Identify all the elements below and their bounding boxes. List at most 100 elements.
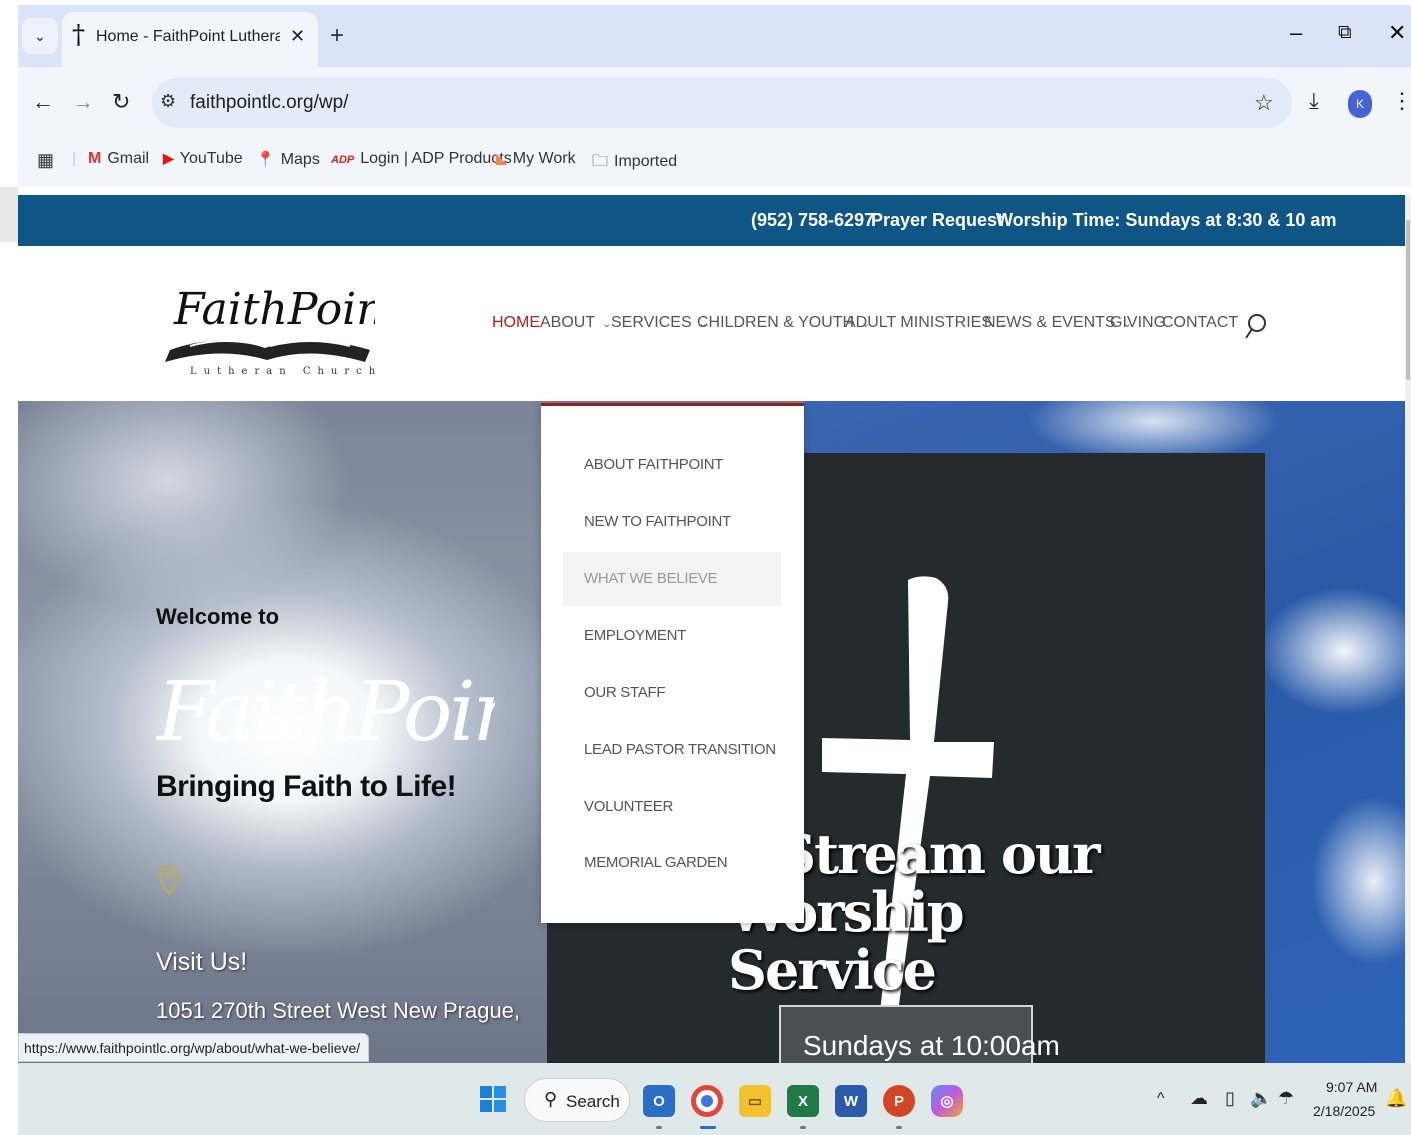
address-text: 1051 270th Street West New Prague, xyxy=(156,998,521,1023)
nav-giving[interactable]: GIVING xyxy=(1110,314,1166,332)
worship-time-text: Worship Time: Sundays at 8:30 & 10 am xyxy=(996,210,1337,230)
new-tab-button[interactable]: + xyxy=(330,22,344,50)
nav-label: NEWS & EVENTS xyxy=(984,314,1116,331)
nav-about[interactable]: ABOUT ⌄ xyxy=(540,314,611,332)
phone-link[interactable]: (952) 758-6297 xyxy=(751,210,874,231)
logo-subtitle: Lutheran Church xyxy=(190,366,375,377)
welcome-text: Welcome to xyxy=(156,604,280,629)
prayer-request-link[interactable]: Prayer Request xyxy=(871,210,1003,231)
taskbar-search-label: Search xyxy=(566,1092,620,1111)
menu-item-our-staff[interactable]: OUR STAFF xyxy=(584,684,665,701)
logo-name: FaithPoint xyxy=(173,284,375,335)
show-hidden-icons-chevron-icon[interactable]: ^ xyxy=(1157,1090,1165,1108)
restore-window-button[interactable]: ⧉ xyxy=(1338,22,1352,44)
onedrive-cloud-icon[interactable]: ☁ xyxy=(1190,1088,1208,1109)
visit-us-heading: Visit Us! xyxy=(156,948,248,976)
bookmark-imported[interactable]: 🗀 Imported xyxy=(592,150,677,177)
nav-label: ADULT MINISTRIES xyxy=(845,314,992,331)
windows-start-icon[interactable] xyxy=(479,1084,507,1114)
menu-item-volunteer[interactable]: VOLUNTEER xyxy=(584,798,673,815)
apps-grid-icon[interactable]: ▦ xyxy=(37,150,54,171)
taskbar-app-active-indicator xyxy=(700,1126,716,1129)
back-arrow-icon[interactable]: ← xyxy=(32,89,54,115)
bookmark-my-work[interactable]: ◣ My Work xyxy=(496,150,576,168)
nav-contact[interactable]: CONTACT xyxy=(1162,314,1238,332)
menu-item-new-to-faithpoint[interactable]: NEW TO FAITHPOINT xyxy=(584,513,731,530)
reload-icon[interactable]: ↻ xyxy=(112,89,130,115)
bookmark-gmail[interactable]: M Gmail xyxy=(88,150,149,168)
kebab-menu-icon[interactable]: ⋮ xyxy=(1391,88,1411,114)
forward-arrow-icon[interactable]: → xyxy=(72,89,94,115)
menu-item-employment[interactable]: EMPLOYMENT xyxy=(584,627,686,644)
window-edge xyxy=(0,187,18,242)
my-work-icon: ◣ xyxy=(496,150,507,166)
weather-icon[interactable]: ☂ xyxy=(1278,1088,1294,1109)
link-status-bubble: https://www.faithpointlc.org/wp/about/wh… xyxy=(18,1033,370,1062)
adp-icon: ADP xyxy=(331,154,355,166)
volume-icon[interactable]: 🔈 xyxy=(1250,1088,1272,1109)
tagline: Bringing Faith to Life! xyxy=(156,770,457,803)
tab-title[interactable]: Home - FaithPoint Lutheran Ch xyxy=(96,28,280,46)
faithpoint-logo[interactable]: FaithPoint Lutheran Church xyxy=(160,262,375,382)
location-pin-icon xyxy=(158,864,180,896)
chrome-icon[interactable] xyxy=(691,1085,723,1117)
bookmark-label: Maps xyxy=(280,151,320,168)
menu-item-lead-pastor-transition[interactable]: LEAD PASTOR TRANSITION xyxy=(584,741,776,758)
folder-icon: 🗀 xyxy=(592,153,609,170)
search-icon: ⚲ xyxy=(544,1089,558,1109)
bookmark-youtube[interactable]: ▶ YouTube xyxy=(163,150,243,168)
excel-icon[interactable]: X xyxy=(787,1085,819,1117)
minimize-window-button[interactable]: – xyxy=(1290,20,1302,46)
bookmark-adp[interactable]: ADP Login | ADP Products xyxy=(331,150,512,168)
clock-time[interactable]: 9:07 AM xyxy=(1326,1079,1377,1095)
taskbar-app-indicator xyxy=(800,1126,806,1129)
sundays-label: Sundays at 10:00am xyxy=(803,1030,1060,1061)
taskbar-app-indicator xyxy=(896,1126,902,1129)
profile-avatar[interactable]: K xyxy=(1348,90,1372,118)
nav-services[interactable]: SERVICES ⌄ xyxy=(611,314,708,332)
notification-bell-icon[interactable]: 🔔 xyxy=(1385,1088,1407,1109)
menu-item-what-we-believe[interactable]: WHAT WE BELIEVE xyxy=(584,570,718,587)
close-window-button[interactable]: ✕ xyxy=(1388,20,1406,46)
nav-label: CHILDREN & YOUTH xyxy=(697,314,855,331)
tab-close-icon[interactable]: ✕ xyxy=(290,26,305,47)
bookmark-label: YouTube xyxy=(179,150,243,167)
bookmarks-divider: | xyxy=(72,150,77,167)
outlook-icon[interactable]: O xyxy=(643,1085,675,1117)
bookmark-label: My Work xyxy=(512,150,576,167)
bookmark-label: Login | ADP Products xyxy=(360,150,512,167)
gmail-icon: M xyxy=(88,150,102,167)
download-icon[interactable]: ⤓ xyxy=(1309,88,1319,114)
search-icon[interactable] xyxy=(1243,312,1269,342)
copilot-icon[interactable]: ◎ xyxy=(931,1085,963,1117)
nav-label: SERVICES xyxy=(611,314,692,331)
clock-date[interactable]: 2/18/2025 xyxy=(1313,1103,1375,1119)
site-settings-icon[interactable]: ⚙ xyxy=(160,91,176,112)
cross-favicon-icon: † xyxy=(72,20,85,50)
powerpoint-icon[interactable]: P xyxy=(883,1085,915,1117)
bookmark-label: Gmail xyxy=(107,150,150,167)
bookmark-maps[interactable]: 📍 Maps xyxy=(256,150,320,169)
chevron-down-icon: ⌄ xyxy=(602,318,612,330)
bookmark-star-icon[interactable]: ☆ xyxy=(1254,90,1274,116)
menu-item-about-faithpoint[interactable]: ABOUT FAITHPOINT xyxy=(584,456,723,473)
menu-item-memorial-garden[interactable]: MEMORIAL GARDEN xyxy=(584,854,728,871)
tab-search-button[interactable]: ⌄ xyxy=(22,18,58,54)
nav-label: GIVING xyxy=(1110,314,1167,331)
scrollbar-thumb[interactable] xyxy=(1406,220,1410,380)
hero-script-text: FaithPoint xyxy=(155,665,495,760)
word-icon[interactable]: W xyxy=(835,1085,867,1117)
nav-label: CONTACT xyxy=(1162,314,1239,331)
faithpoint-script-title: FaithPoint xyxy=(155,665,495,760)
about-dropdown-menu xyxy=(541,403,804,923)
bookmark-label: Imported xyxy=(614,153,678,170)
nav-label: HOME xyxy=(492,314,540,331)
nav-label: ABOUT xyxy=(540,314,596,331)
network-icon[interactable]: ▯ xyxy=(1225,1088,1235,1109)
chevron-down-icon: ⌄ xyxy=(34,27,46,44)
url-text[interactable]: faithpointlc.org/wp/ xyxy=(190,92,348,114)
youtube-icon: ▶ xyxy=(163,150,174,166)
file-explorer-icon[interactable]: ▭ xyxy=(739,1085,771,1117)
maps-pin-icon: 📍 xyxy=(256,151,275,168)
nav-home[interactable]: HOME xyxy=(492,314,540,332)
